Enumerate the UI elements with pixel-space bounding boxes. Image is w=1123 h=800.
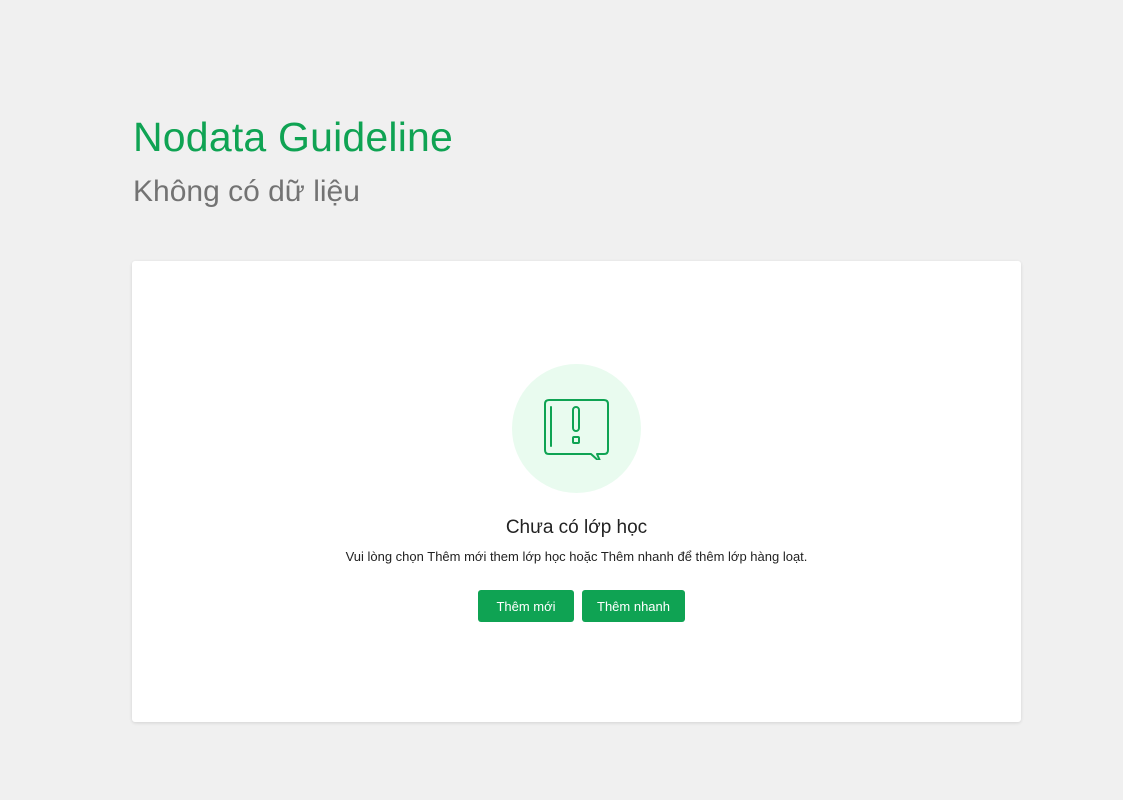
empty-illustration: [512, 364, 641, 493]
quick-add-button[interactable]: Thêm nhanh: [582, 590, 685, 622]
page-subtitle: Không có dữ liệu: [133, 175, 360, 208]
empty-state-actions: Thêm mới Thêm nhanh: [478, 590, 685, 622]
empty-state-card: Chưa có lớp học Vui lòng chọn Thêm mới t…: [132, 261, 1021, 722]
add-new-button[interactable]: Thêm mới: [478, 590, 574, 622]
empty-state-title: Chưa có lớp học: [505, 517, 648, 538]
message-alert-icon: [543, 398, 609, 460]
empty-state-description: Vui lòng chọn Thêm mới them lớp học hoặc…: [345, 549, 808, 564]
page-title: Nodata Guideline: [133, 114, 454, 160]
